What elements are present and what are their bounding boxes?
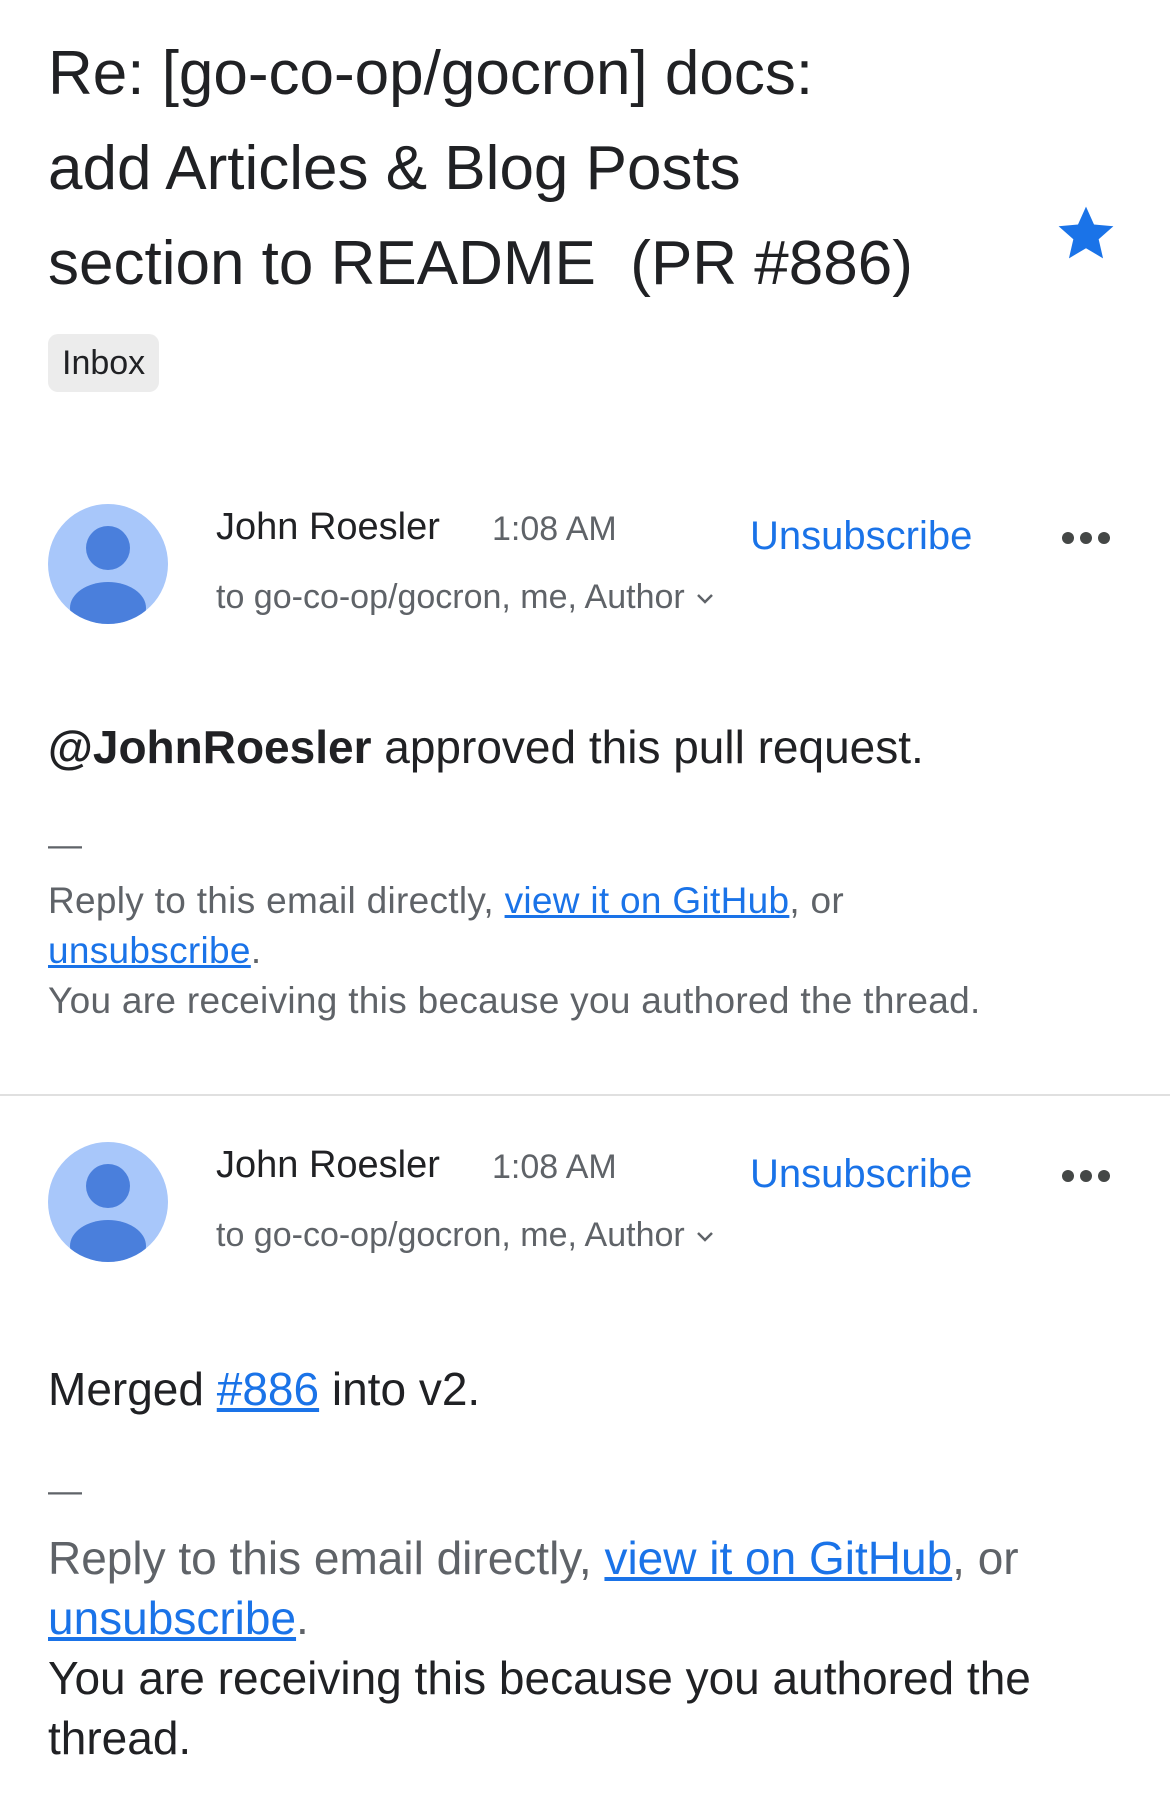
more-icon[interactable] <box>1058 1166 1114 1186</box>
unsubscribe-link[interactable]: unsubscribe <box>48 1592 296 1644</box>
recipients-dropdown[interactable]: to go-co-op/gocron, me, Author <box>216 578 715 617</box>
recipients-text: to go-co-op/gocron, me, Author <box>216 1216 685 1254</box>
signature-dash: — <box>48 1472 82 1510</box>
mention: @JohnRoesler <box>48 721 372 773</box>
avatar-icon[interactable] <box>48 504 168 624</box>
subject-line: section to README (PR #886) <box>48 229 913 298</box>
recipients-text: to go-co-op/gocron, me, Author <box>216 578 685 616</box>
chevron-down-icon <box>696 594 713 604</box>
message-time: 1:08 AM <box>492 510 617 548</box>
footer-notice: You are receiving this because you autho… <box>48 1652 1031 1764</box>
message-divider <box>0 1094 1170 1096</box>
recipients-dropdown[interactable]: to go-co-op/gocron, me, Author <box>216 1216 715 1255</box>
email-footer: Reply to this email directly, view it on… <box>48 1532 1031 1764</box>
sender-name: John Roesler <box>216 506 440 548</box>
sender-name: John Roesler <box>216 1144 440 1186</box>
star-icon[interactable] <box>1055 202 1117 264</box>
message-body: @JohnRoesler approved this pull request. <box>48 720 924 774</box>
message-time: 1:08 AM <box>492 1148 617 1186</box>
inbox-label[interactable]: Inbox <box>48 334 160 392</box>
email-subject: Re: [go-co-op/gocron] docs: add Articles… <box>48 26 948 311</box>
body-text: approved this pull request. <box>371 721 924 773</box>
view-on-github-link[interactable]: view it on GitHub <box>604 1532 952 1584</box>
pr-link[interactable]: #886 <box>217 1363 319 1415</box>
signature-dash: — <box>48 826 82 864</box>
more-icon[interactable] <box>1058 528 1114 548</box>
unsubscribe-link[interactable]: unsubscribe <box>48 930 251 971</box>
subject-line: Re: [go-co-op/gocron] docs: <box>48 39 814 108</box>
email-footer: Reply to this email directly, view it on… <box>48 880 981 1021</box>
unsubscribe-button[interactable]: Unsubscribe <box>750 1152 972 1197</box>
chevron-down-icon <box>696 1232 713 1242</box>
footer-notice: You are receiving this because you autho… <box>48 980 981 1021</box>
view-on-github-link[interactable]: view it on GitHub <box>505 880 790 921</box>
subject-line: add Articles & Blog Posts <box>48 134 741 203</box>
unsubscribe-button[interactable]: Unsubscribe <box>750 514 972 559</box>
avatar-icon[interactable] <box>48 1142 168 1262</box>
message-body: Merged #886 into v2. <box>48 1363 481 1415</box>
